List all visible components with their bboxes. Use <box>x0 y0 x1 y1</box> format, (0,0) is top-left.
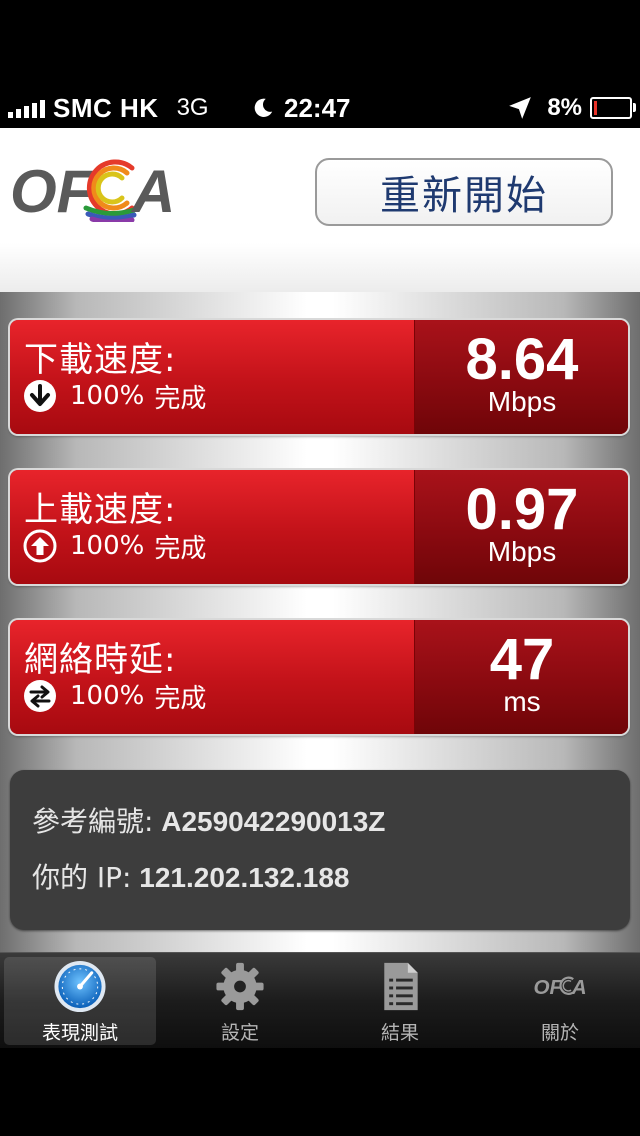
download-speed-card: 下載速度: 100% 完成 8.64 Mbps <box>10 320 628 434</box>
carrier-name: SMC HK <box>53 92 159 123</box>
ofca-logo-icon: OF A <box>533 976 587 999</box>
status-center: 22:47 <box>252 92 351 124</box>
tab-settings[interactable]: 設定 <box>164 957 316 1045</box>
tab-performance-test[interactable]: 表現測試 <box>4 957 156 1045</box>
upload-speed-unit: Mbps <box>487 536 557 567</box>
upload-speed-value: 0.97 <box>465 477 579 542</box>
latency-label: 網絡時延: <box>24 640 177 680</box>
upload-speed-card: 上載速度: 100% 完成 0.97 Mbps <box>10 470 628 584</box>
upload-speed-label: 上載速度: <box>24 490 177 530</box>
tab-about[interactable]: OF A 關於 <box>484 957 636 1045</box>
test-info-box: 參考編號: A259042290013Z 你的 IP: 121.202.132.… <box>10 770 630 930</box>
ip-address-line: 你的 IP: 121.202.132.188 <box>32 856 349 896</box>
signal-strength-icon <box>8 98 45 118</box>
reference-number-line: 參考編號: A259042290013Z <box>32 800 385 840</box>
svg-text:A: A <box>571 976 587 999</box>
latency-left: 網絡時延: 100% 完成 <box>10 620 414 734</box>
download-speed-value-panel: 8.64 Mbps <box>414 320 628 434</box>
latency-unit: ms <box>503 686 541 717</box>
svg-text:OF: OF <box>10 158 95 222</box>
latency-progress-percent: 100% <box>70 681 145 711</box>
latency-status-text: 完成 <box>154 683 207 714</box>
upload-progress-percent: 100% <box>70 531 145 561</box>
ip-address-label: 你的 IP: <box>32 861 132 894</box>
location-arrow-icon <box>509 97 532 119</box>
gear-icon <box>216 962 264 1011</box>
status-right: 8% <box>507 92 636 124</box>
speedometer-icon <box>54 960 106 1013</box>
latency-card: 網絡時延: 100% 完成 47 ms <box>10 620 628 734</box>
download-speed-label: 下載速度: <box>24 340 177 380</box>
status-time: 22:47 <box>284 92 351 123</box>
battery-fill <box>594 101 597 115</box>
tab-bar: 表現測試 設定 結果 OF A 關於 <box>0 952 640 1049</box>
network-type: 3G <box>176 94 209 121</box>
tab-results-label: 結果 <box>380 1022 419 1044</box>
battery-percent: 8% <box>547 94 582 121</box>
svg-text:OF: OF <box>533 976 563 999</box>
download-speed-left: 下載速度: 100% 完成 <box>10 320 414 434</box>
do-not-disturb-moon-icon <box>254 98 273 117</box>
latency-status: 100% 完成 <box>22 678 206 714</box>
upload-speed-left: 上載速度: 100% 完成 <box>10 470 414 584</box>
download-speed-status: 100% 完成 <box>22 378 206 414</box>
latency-value-panel: 47 ms <box>414 620 628 734</box>
reference-number-value: A259042290013Z <box>161 806 386 837</box>
download-speed-unit: Mbps <box>487 386 557 417</box>
tab-about-label: 關於 <box>540 1022 579 1044</box>
svg-text:A: A <box>130 158 175 222</box>
status-bar: SMC HK 3G 22:47 8% <box>0 0 640 128</box>
arrow-up-circle-icon <box>23 529 57 563</box>
download-status-text: 完成 <box>154 383 207 414</box>
document-list-icon <box>384 962 418 1011</box>
download-speed-value: 8.64 <box>465 327 579 392</box>
upload-status-text: 完成 <box>154 533 207 564</box>
tab-performance-test-label: 表現測試 <box>41 1022 118 1044</box>
bottom-area <box>0 1048 640 1136</box>
upload-speed-value-panel: 0.97 Mbps <box>414 470 628 584</box>
download-progress-percent: 100% <box>70 381 145 411</box>
battery-icon <box>590 97 636 119</box>
status-left: SMC HK 3G <box>8 92 209 124</box>
reference-number-label: 參考編號: <box>32 805 154 838</box>
swap-arrows-circle-icon <box>24 680 56 712</box>
tab-results[interactable]: 結果 <box>324 957 476 1045</box>
upload-speed-status: 100% 完成 <box>22 528 206 564</box>
latency-value: 47 <box>489 627 555 692</box>
ofca-logo: OF A <box>10 158 175 222</box>
restart-button[interactable]: 重新開始 <box>315 158 613 226</box>
arrow-down-circle-icon <box>24 380 56 412</box>
tab-settings-label: 設定 <box>220 1022 259 1044</box>
ip-address-value: 121.202.132.188 <box>139 862 350 893</box>
